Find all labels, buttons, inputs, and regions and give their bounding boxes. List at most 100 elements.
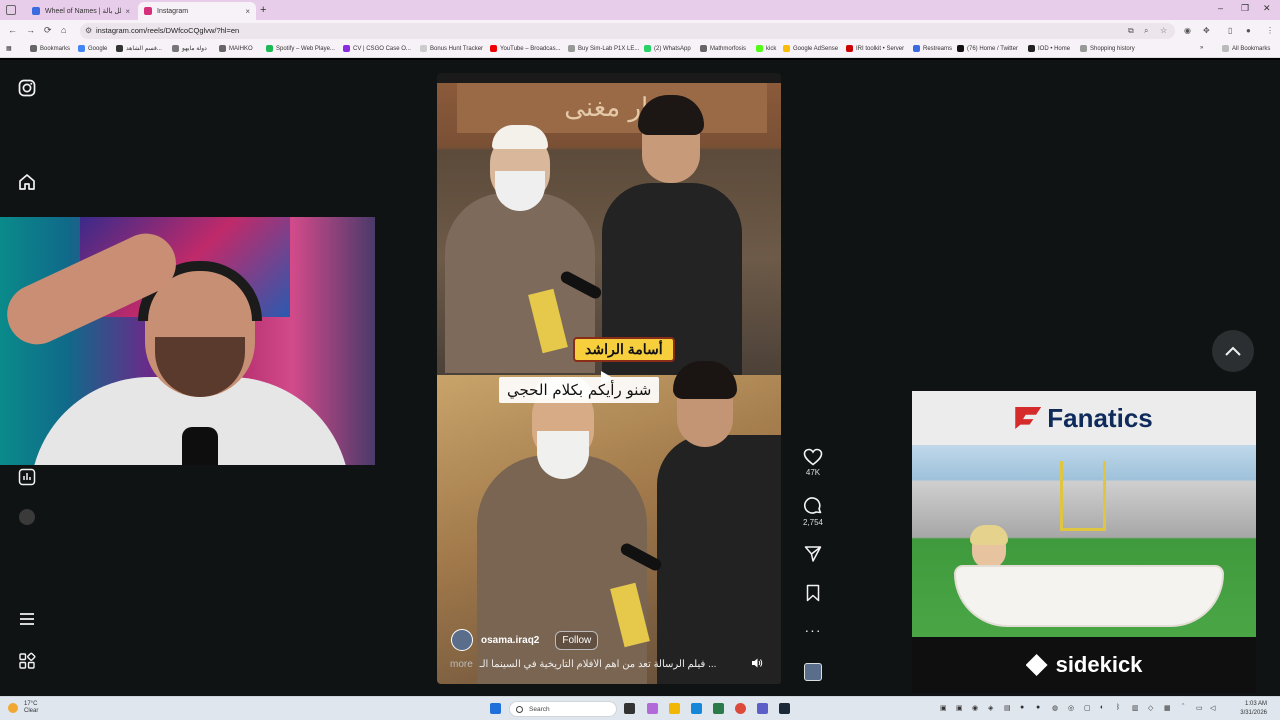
store-icon[interactable] [713, 703, 724, 714]
new-tab-button[interactable]: + [260, 4, 266, 16]
bookmark-item[interactable]: Bookmarks [30, 45, 70, 52]
bookmark-item[interactable]: kick [756, 45, 776, 52]
tray-icon[interactable]: ◈ [988, 704, 993, 712]
bookmark-item[interactable]: (76) Home / Twitter [957, 45, 1018, 52]
bookmark-item[interactable]: Restreams [913, 45, 952, 52]
chevron-up-icon [1225, 346, 1241, 356]
volume-icon[interactable] [751, 657, 763, 672]
all-bookmarks-button[interactable]: All Bookmarks [1222, 45, 1270, 52]
author-avatar[interactable] [451, 629, 473, 651]
extension-icon[interactable]: ◉ [1184, 26, 1191, 35]
tray-icon[interactable]: ▣ [940, 704, 947, 712]
save-button[interactable] [796, 584, 830, 602]
minimize-button[interactable]: – [1218, 3, 1223, 13]
bookmark-item[interactable]: Bonus Hunt Tracker [420, 45, 483, 52]
tray-icon[interactable]: ● [1036, 704, 1040, 711]
bookmark-item[interactable]: دولة مايهو [172, 45, 207, 52]
author-username[interactable]: osama.iraq2 [481, 635, 539, 646]
reel-description[interactable]: more فيلم الرسالة تعد من أهم الأفلام الت… [450, 659, 750, 670]
audio-thumbnail[interactable] [804, 663, 822, 681]
tray-icon[interactable]: ◍ [1052, 704, 1058, 712]
comment-button[interactable]: 2,754 [796, 496, 830, 527]
bookmark-item[interactable]: CV | CSGO Case O... [343, 45, 411, 52]
apps-grid-icon[interactable]: ▦ [6, 45, 12, 52]
steam-icon[interactable] [779, 703, 790, 714]
tray-icon[interactable]: ▥ [1132, 704, 1139, 712]
address-bar[interactable]: ⚙ instagram.com/reels/DWfcoCQglvw/?hl=en… [80, 23, 1175, 39]
site-info-icon[interactable]: ⚙ [85, 26, 92, 35]
install-app-icon[interactable]: ⧉ [1128, 26, 1134, 36]
bookmark-item[interactable]: IOD • Home [1028, 45, 1070, 52]
home-icon[interactable] [18, 173, 36, 196]
zoom-icon[interactable]: ⌕ [1144, 26, 1148, 36]
follow-button[interactable]: Follow [555, 630, 599, 650]
bookmarks-overflow-icon[interactable]: » [1200, 45, 1203, 51]
speaker-icon[interactable]: ◁ [1210, 704, 1215, 712]
bookmark-item[interactable]: Shopping history [1080, 45, 1135, 52]
like-button[interactable]: 47K [796, 448, 830, 477]
task-view-icon[interactable] [624, 703, 635, 714]
bookmark-item[interactable]: Spotify – Web Playe... [266, 45, 335, 52]
bookmark-item[interactable]: IRI toolkit • Server [846, 45, 904, 52]
scroll-up-button[interactable] [1212, 330, 1254, 372]
tray-icon[interactable]: ◎ [1068, 704, 1074, 712]
bookmark-item[interactable]: Google AdSense [783, 45, 838, 52]
system-clock[interactable]: 1:03 AM 3/31/2026 [1225, 700, 1267, 718]
instagram-logo-icon[interactable] [18, 79, 36, 102]
profile-avatar[interactable] [19, 509, 35, 525]
tray-icon[interactable]: ◇ [1148, 704, 1153, 712]
tray-icon[interactable]: ● [1020, 704, 1024, 711]
more-options-icon[interactable]: ··· [796, 622, 830, 638]
browser-menu-icon[interactable]: ⋮ [1266, 26, 1274, 35]
back-button[interactable]: ← [8, 25, 17, 35]
forward-button[interactable]: → [26, 25, 35, 35]
video-frame-top: دار مغنى [437, 83, 781, 375]
bluetooth-icon[interactable]: ᛒ [1116, 704, 1120, 711]
discord-icon[interactable] [757, 703, 768, 714]
bookmark-item[interactable]: Mathmorfosis [700, 45, 746, 52]
network-icon[interactable]: ▭ [1196, 704, 1203, 712]
more-link[interactable]: more [450, 659, 473, 670]
maximize-button[interactable]: ❐ [1241, 3, 1249, 14]
menu-icon[interactable] [18, 610, 36, 633]
share-button[interactable] [796, 545, 830, 563]
chrome-icon[interactable] [735, 703, 746, 714]
tab-wheel-of-names[interactable]: Wheel of Names | اسم الفالل بالة × [26, 2, 136, 20]
tab-search-button[interactable] [6, 5, 16, 15]
tray-icon[interactable]: ▦ [1164, 704, 1171, 712]
tray-icon[interactable]: ▤ [1004, 704, 1011, 712]
start-icon[interactable] [490, 703, 501, 714]
bookmark-item[interactable]: (2) WhatsApp [644, 45, 691, 52]
bookmark-icon [568, 45, 575, 52]
home-button[interactable]: ⌂ [61, 25, 66, 35]
reel-video[interactable]: دار مغنى أسامة الراشد شنو رأيكم بكلام ال… [437, 73, 781, 684]
bookmark-item[interactable]: قسم الشاهد... [116, 45, 162, 52]
taskbar-search[interactable]: Search [509, 701, 617, 717]
weather-widget[interactable]: 17°C Clear [8, 701, 38, 715]
bookmark-icon [700, 45, 707, 52]
close-tab-icon[interactable]: × [125, 7, 130, 16]
reload-button[interactable]: ⟳ [44, 25, 52, 36]
profile-avatar-icon[interactable]: ● [1246, 26, 1251, 35]
close-window-button[interactable]: ✕ [1263, 3, 1271, 14]
tray-icon[interactable]: ▢ [1084, 704, 1091, 712]
tab-instagram[interactable]: Instagram × [138, 2, 256, 20]
fanatics-ad[interactable]: Fanatics sidekick [912, 391, 1256, 693]
bookmark-item[interactable]: Google [78, 45, 107, 52]
side-panel-icon[interactable]: ▯ [1228, 26, 1232, 35]
more-apps-icon[interactable] [18, 652, 36, 675]
bookmark-star-icon[interactable]: ☆ [1160, 26, 1167, 35]
bookmark-item[interactable]: YouTube – Broadcas... [490, 45, 561, 52]
bookmark-item[interactable]: MAIHKO [219, 45, 253, 52]
tray-icon[interactable]: ◉ [972, 704, 978, 712]
chevron-up-icon[interactable]: ˆ [1182, 704, 1184, 711]
copilot-icon[interactable] [647, 703, 658, 714]
extensions-puzzle-icon[interactable]: ✥ [1203, 26, 1210, 35]
file-explorer-icon[interactable] [669, 703, 680, 714]
close-tab-icon[interactable]: × [245, 7, 250, 16]
bookmark-item[interactable]: Buy Sim-Lab P1X LE... [568, 45, 639, 52]
insights-icon[interactable] [18, 468, 36, 491]
edge-icon[interactable] [691, 703, 702, 714]
tray-icon[interactable]: ▣ [956, 704, 963, 712]
tray-icon[interactable]: ◐ [1100, 704, 1104, 711]
